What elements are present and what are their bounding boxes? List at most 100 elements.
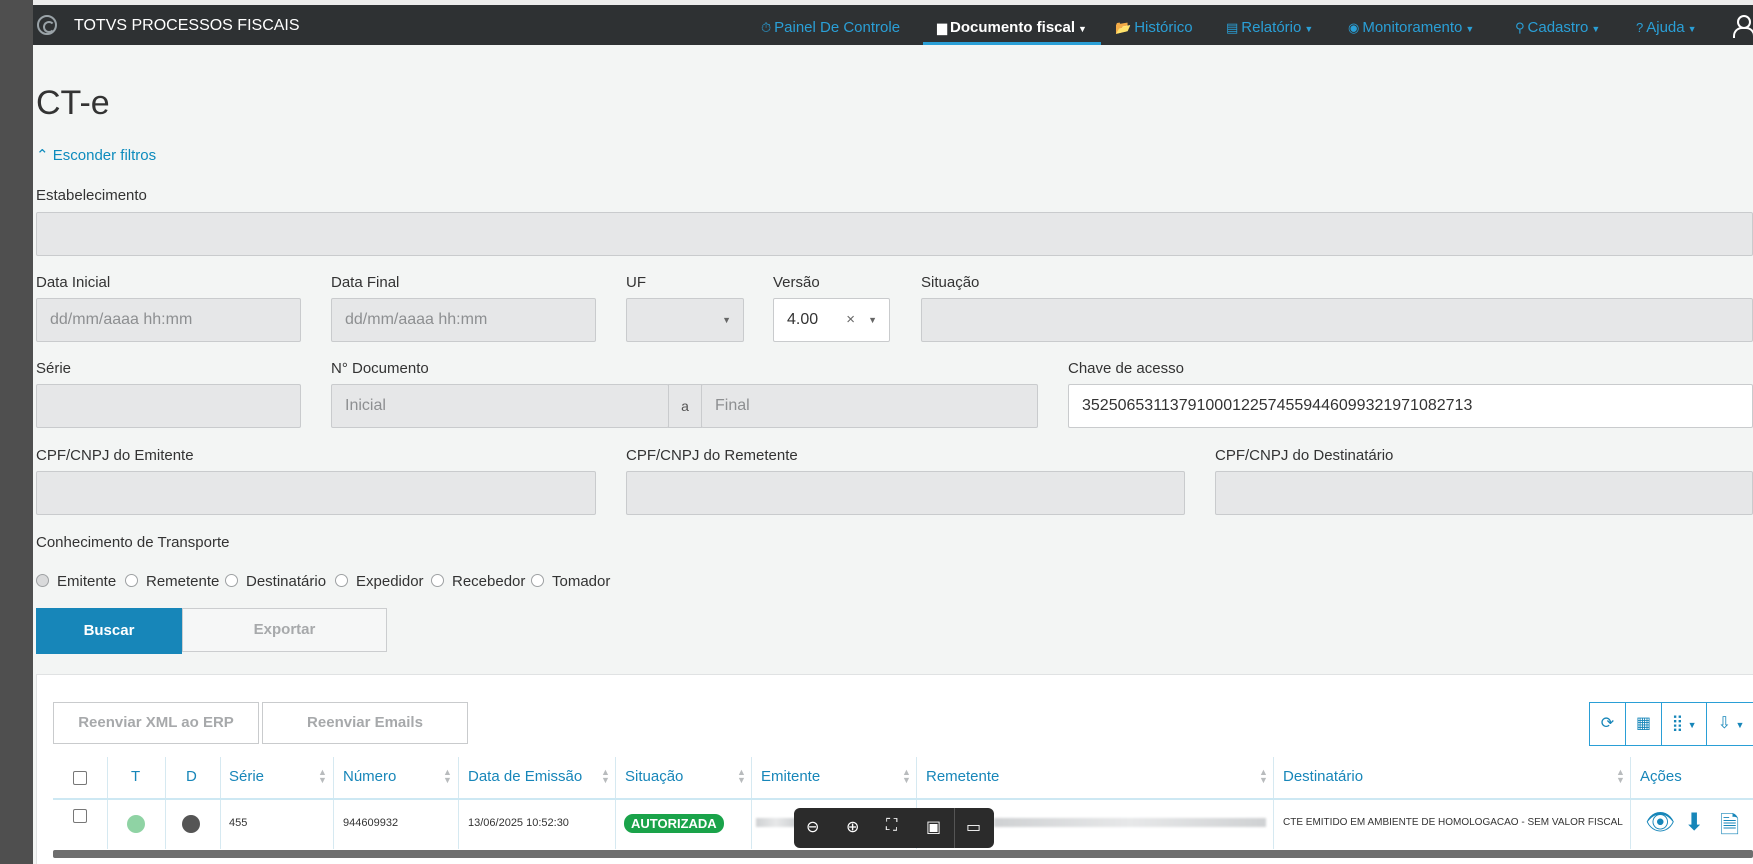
cell-serie: 455	[229, 817, 248, 829]
chevron-down-icon: ▼	[1465, 24, 1475, 34]
d-status-dot	[182, 815, 200, 833]
sort-icon[interactable]: ▲ ▼	[601, 768, 610, 785]
col-acoes: Ações	[1640, 768, 1682, 785]
chevron-down-icon: ▼	[1687, 24, 1697, 34]
refresh-icon[interactable]: ⟳	[1589, 702, 1626, 746]
chave-acesso-label: Chave de acesso	[1068, 360, 1184, 377]
uf-select[interactable]: ▼	[626, 298, 744, 342]
chevron-down-icon: ▼	[1304, 24, 1314, 34]
chevron-down-icon: ▼	[722, 315, 731, 325]
data-final-label: Data Final	[331, 274, 400, 291]
nav-relatorio[interactable]: ▤ Relatório ▼	[1226, 19, 1313, 36]
radio-tomador[interactable]: Tomador	[531, 573, 610, 590]
export-menu-icon[interactable]: ⇩ ▼	[1706, 702, 1753, 746]
col-t[interactable]: T	[131, 768, 140, 785]
redacted-emitente	[756, 818, 796, 827]
serie-input[interactable]	[36, 384, 301, 428]
radio-emitente[interactable]: Emitente	[36, 573, 116, 590]
cpf-emitente-label: CPF/CNPJ do Emitente	[36, 447, 194, 464]
redacted-remetente	[994, 818, 1266, 827]
n-documento-label: N° Documento	[331, 360, 429, 377]
uf-label: UF	[626, 274, 646, 291]
versao-select[interactable]: 4.00 × ▼	[773, 298, 890, 342]
user-icon[interactable]	[1733, 15, 1753, 38]
user-edit-icon: ⚲	[1515, 20, 1525, 35]
nav-painel-de-controle[interactable]: ⏱ Painel De Controle	[761, 19, 900, 36]
sort-icon[interactable]: ▲ ▼	[443, 768, 452, 785]
help-icon: ?	[1636, 20, 1644, 35]
chevron-down-icon: ▼	[868, 315, 877, 325]
cpf-emitente-input[interactable]	[36, 471, 596, 515]
sort-icon[interactable]: ▲ ▼	[737, 768, 746, 785]
col-destinatario[interactable]: Destinatário	[1283, 768, 1363, 785]
eye-icon: ◉	[1348, 20, 1360, 35]
situacao-label: Situação	[921, 274, 980, 291]
zoom-out-icon[interactable]: ⊖	[806, 817, 819, 837]
nav-historico[interactable]: 📂 Histórico	[1115, 19, 1193, 36]
horizontal-scrollbar[interactable]	[53, 850, 1753, 858]
viewer-toolbar: ⊖ ⊕ ⛶ ▣ ▭	[794, 808, 994, 848]
cpf-destinatario-label: CPF/CNPJ do Destinatário	[1215, 447, 1394, 464]
columns-menu-icon[interactable]: ⣿ ▼	[1661, 702, 1707, 746]
radio-recebedor[interactable]: Recebedor	[431, 573, 525, 590]
col-d[interactable]: D	[186, 768, 197, 785]
col-data-emissao[interactable]: Data de Emissão	[468, 768, 582, 785]
comment-icon[interactable]: ▭	[966, 817, 981, 837]
buscar-button[interactable]: Buscar	[36, 608, 182, 654]
estabelecimento-label: Estabelecimento	[36, 187, 147, 204]
versao-label: Versão	[773, 274, 820, 291]
cpf-remetente-input[interactable]	[626, 471, 1185, 515]
zoom-in-icon[interactable]: ⊕	[846, 817, 859, 837]
sort-icon[interactable]: ▲ ▼	[318, 768, 327, 785]
nav-cadastro[interactable]: ⚲ Cadastro ▼	[1515, 19, 1600, 36]
clear-icon[interactable]: ×	[846, 299, 855, 341]
estabelecimento-select[interactable]	[36, 212, 1753, 256]
col-emitente[interactable]: Emitente	[761, 768, 820, 785]
data-final-input[interactable]: dd/mm/aaaa hh:mm	[331, 298, 596, 342]
exportar-button[interactable]: Exportar	[182, 608, 387, 652]
download-icon[interactable]: ⬇	[1684, 808, 1704, 837]
sort-icon[interactable]: ▲ ▼	[1616, 768, 1625, 785]
document-icon: ▆	[937, 20, 947, 35]
n-documento-final-input[interactable]: Final	[701, 384, 1038, 428]
range-separator: a	[668, 384, 702, 428]
sort-icon[interactable]: ▲ ▼	[902, 768, 911, 785]
nav-ajuda[interactable]: ? Ajuda ▼	[1636, 19, 1697, 36]
pdf-icon[interactable]: 🗎	[1720, 808, 1739, 849]
radio-destinatario[interactable]: Destinatário	[225, 573, 326, 590]
radio-remetente[interactable]: Remetente	[125, 573, 219, 590]
select-all-checkbox[interactable]	[73, 771, 87, 785]
page-title: CT-e	[36, 84, 110, 122]
situacao-select[interactable]	[921, 298, 1753, 342]
chevron-down-icon: ▼	[1078, 24, 1087, 34]
table-view-icon[interactable]: ▦	[1625, 702, 1662, 746]
hide-filters-link[interactable]: ⌃ Esconder filtros	[36, 146, 156, 164]
n-documento-inicial-input[interactable]: Inicial	[331, 384, 669, 428]
fullscreen-icon[interactable]: ⛶	[886, 817, 897, 835]
folder-icon: 📂	[1115, 20, 1132, 35]
top-navbar: TOTVS PROCESSOS FISCAIS ⏱ Painel De Contr…	[33, 5, 1753, 45]
report-icon: ▤	[1226, 20, 1239, 35]
active-nav-indicator	[923, 42, 1101, 45]
reenviar-emails-button[interactable]: Reenviar Emails	[262, 702, 468, 744]
presentation-icon[interactable]: ▣	[926, 817, 941, 837]
col-numero[interactable]: Número	[343, 768, 396, 785]
col-remetente[interactable]: Remetente	[926, 768, 999, 785]
row-checkbox[interactable]	[73, 809, 87, 823]
col-serie[interactable]: Série	[229, 768, 264, 785]
side-panel-edge	[0, 0, 33, 864]
nav-documento-fiscal[interactable]: ▆ Documento fiscal ▼	[937, 19, 1087, 36]
nav-monitoramento[interactable]: ◉ Monitoramento ▼	[1348, 19, 1474, 36]
chevron-up-icon: ⌃	[36, 147, 49, 164]
col-situacao[interactable]: Situação	[625, 768, 683, 785]
chave-acesso-input[interactable]: 3525065311379100012257455944609932197108…	[1068, 384, 1753, 428]
serie-label: Série	[36, 360, 72, 377]
reenviar-xml-button[interactable]: Reenviar XML ao ERP	[53, 702, 259, 744]
chevron-down-icon: ▼	[1591, 24, 1601, 34]
cpf-destinatario-input[interactable]	[1215, 471, 1753, 515]
radio-expedidor[interactable]: Expedidor	[335, 573, 424, 590]
status-badge: AUTORIZADA	[624, 814, 724, 833]
sort-icon[interactable]: ▲ ▼	[1259, 768, 1268, 785]
data-inicial-input[interactable]: dd/mm/aaaa hh:mm	[36, 298, 301, 342]
view-icon[interactable]: 👁	[1645, 808, 1675, 837]
